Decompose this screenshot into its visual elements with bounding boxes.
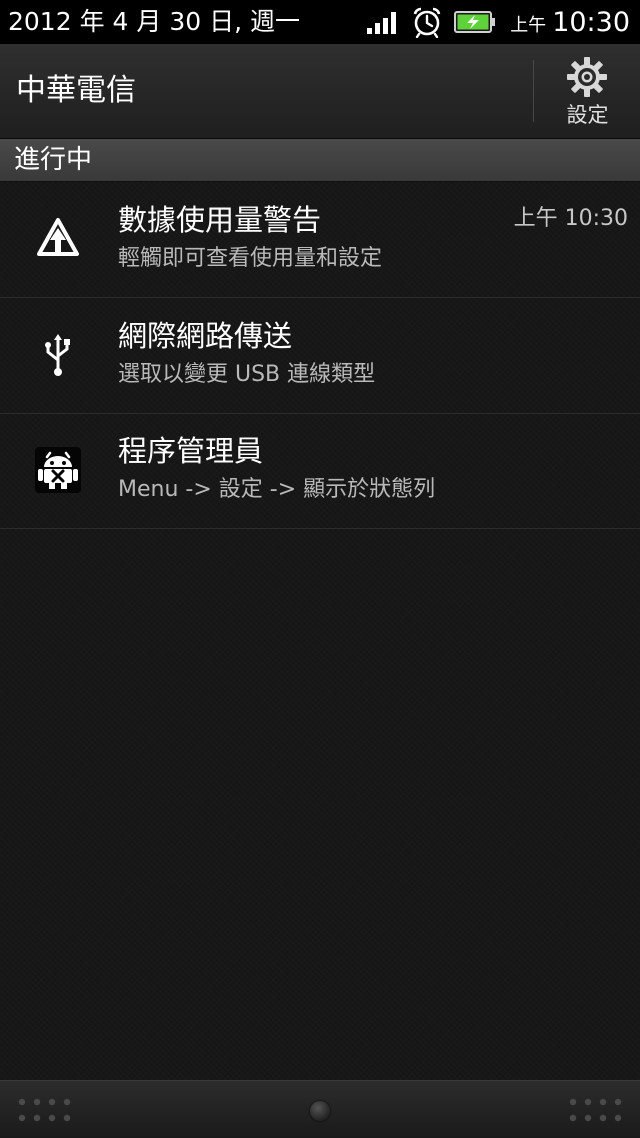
status-icons: 上午 10:30 — [366, 0, 630, 44]
notification-subtitle: 選取以變更 USB 連線類型 — [118, 362, 376, 387]
data-usage-warning-icon — [37, 218, 79, 256]
notification-internet-tethering[interactable]: 網際網路傳送 選取以變更 USB 連線類型 — [0, 298, 640, 414]
grip-dots-icon — [569, 1098, 622, 1122]
battery-charging-icon — [454, 11, 496, 33]
shade-header: 中華電信 設定 — [0, 44, 640, 139]
notification-title: 程序管理員 — [118, 434, 264, 468]
status-date: 2012 年 4 月 30 日, 週一 — [8, 7, 300, 36]
section-title: 進行中 — [14, 145, 93, 175]
settings-button[interactable]: 設定 — [535, 44, 640, 138]
alarm-icon — [413, 7, 441, 38]
signal-icon — [367, 12, 397, 34]
status-bar: 2012 年 4 月 30 日, 週一 上午 10:30 — [0, 0, 640, 44]
grip-dots-icon — [18, 1098, 71, 1122]
notification-subtitle: Menu -> 設定 -> 顯示於狀態列 — [118, 477, 436, 502]
task-manager-icon — [35, 447, 81, 493]
notification-time: 上午 10:30 — [513, 206, 628, 231]
notification-data-usage-warning[interactable]: 數據使用量警告 輕觸即可查看使用量和設定 上午 10:30 — [0, 182, 640, 298]
notification-task-manager[interactable]: 程序管理員 Menu -> 設定 -> 顯示於狀態列 — [0, 413, 640, 529]
notification-title: 網際網路傳送 — [118, 319, 293, 353]
settings-label: 設定 — [566, 103, 609, 127]
status-time: 10:30 — [552, 6, 630, 38]
notification-title: 數據使用量警告 — [118, 203, 322, 237]
ongoing-section-header: 進行中 — [0, 139, 640, 182]
carrier-name: 中華電信 — [16, 73, 136, 108]
notification-shade: 2012 年 4 月 30 日, 週一 上午 10:30 中華電信 設定 進行中… — [0, 0, 640, 1138]
notification-subtitle: 輕觸即可查看使用量和設定 — [118, 246, 383, 271]
handle-knob[interactable] — [310, 1101, 330, 1121]
header-divider — [533, 60, 534, 122]
status-ampm: 上午 — [510, 15, 547, 36]
usb-icon — [45, 334, 70, 376]
gear-icon — [567, 57, 607, 97]
shade-drag-handle[interactable] — [0, 1080, 640, 1138]
